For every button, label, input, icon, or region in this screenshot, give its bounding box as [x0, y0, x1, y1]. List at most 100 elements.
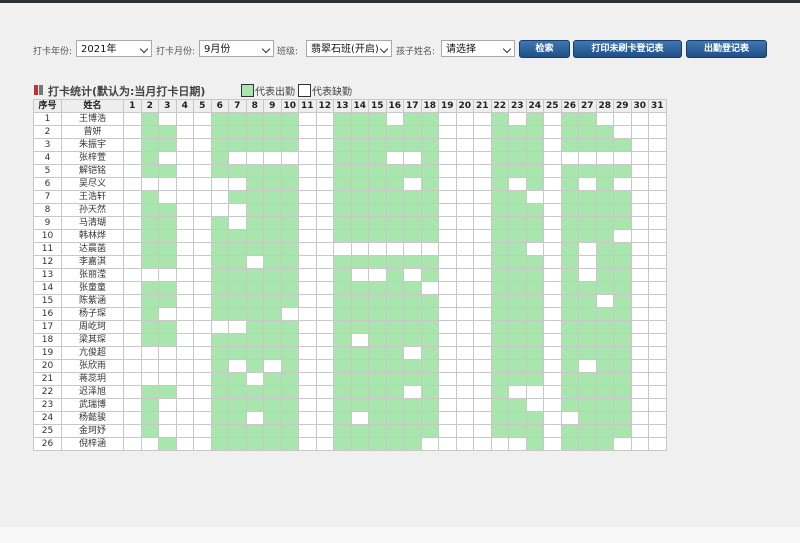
attendance-cell-absent	[648, 125, 667, 139]
attendance-cell-absent	[123, 242, 142, 256]
attendance-cell-present	[508, 190, 527, 204]
attendance-cell-present	[578, 372, 597, 386]
attendance-cell-present	[420, 164, 439, 178]
attendance-cell-present	[350, 164, 369, 178]
attendance-cell-absent	[315, 229, 334, 243]
row-index: 3	[33, 138, 62, 152]
attendance-cell-present	[525, 294, 544, 308]
attendance-cell-present	[333, 307, 352, 321]
attendance-cell-absent	[350, 268, 369, 282]
attendance-register-button[interactable]: 出勤登记表	[686, 40, 767, 58]
attendance-cell-absent	[543, 411, 562, 425]
attendance-cell-absent	[438, 164, 457, 178]
print-unswiped-button[interactable]: 打印未刷卡登记表	[573, 40, 682, 58]
attendance-cell-absent	[630, 424, 649, 438]
attendance-cell-present	[490, 320, 509, 334]
attendance-cell-absent	[263, 359, 282, 373]
row-index: 10	[33, 229, 62, 243]
attendance-cell-present	[333, 255, 352, 269]
row-index: 4	[33, 151, 62, 165]
attendance-cell-present	[578, 307, 597, 321]
attendance-cell-present	[245, 398, 264, 412]
student-name: 李嘉淇	[61, 255, 124, 269]
attendance-cell-absent	[123, 294, 142, 308]
attendance-cell-present	[368, 190, 387, 204]
attendance-cell-absent	[193, 372, 212, 386]
attendance-cell-present	[140, 385, 159, 399]
attendance-cell-absent	[193, 151, 212, 165]
attendance-cell-present	[490, 281, 509, 295]
table-row: 18 梁其琛	[33, 333, 667, 347]
attendance-cell-absent	[455, 424, 474, 438]
month-select-value: 9月份	[204, 44, 231, 55]
attendance-cell-absent	[140, 437, 159, 451]
attendance-cell-absent	[175, 242, 194, 256]
attendance-cell-present	[280, 385, 299, 399]
year-select[interactable]: 2021年	[76, 40, 152, 57]
child-name-select[interactable]: 请选择	[441, 40, 515, 57]
class-select-value: 翡翠石班(开启)	[311, 44, 379, 55]
attendance-cell-absent	[438, 151, 457, 165]
section-title: 打卡统计(默认为:当月打卡日期)	[48, 85, 206, 98]
attendance-cell-absent	[298, 346, 317, 360]
attendance-cell-absent	[543, 203, 562, 217]
attendance-cell-absent	[298, 203, 317, 217]
attendance-cell-present	[490, 255, 509, 269]
attendance-cell-absent	[298, 216, 317, 230]
attendance-cell-absent	[543, 216, 562, 230]
attendance-cell-absent	[315, 320, 334, 334]
attendance-cell-absent	[543, 125, 562, 139]
attendance-cell-absent	[403, 385, 422, 399]
section-marker-icon	[34, 85, 38, 95]
attendance-cell-absent	[140, 346, 159, 360]
attendance-cell-present	[368, 359, 387, 373]
attendance-cell-present	[245, 346, 264, 360]
attendance-cell-absent	[123, 424, 142, 438]
header-day: 7	[228, 99, 247, 113]
attendance-cell-present	[140, 164, 159, 178]
attendance-cell-absent	[490, 437, 509, 451]
attendance-cell-absent	[193, 307, 212, 321]
attendance-cell-present	[158, 164, 177, 178]
attendance-cell-absent	[438, 229, 457, 243]
attendance-cell-present	[578, 320, 597, 334]
attendance-cell-present	[560, 346, 579, 360]
legend-present-label: 代表出勤	[255, 87, 295, 98]
chevron-down-icon	[261, 44, 271, 54]
attendance-cell-present	[245, 177, 264, 191]
attendance-cell-present	[385, 125, 404, 139]
attendance-cell-present	[280, 112, 299, 126]
attendance-cell-present	[228, 424, 247, 438]
attendance-cell-present	[403, 203, 422, 217]
attendance-cell-absent	[123, 138, 142, 152]
attendance-cell-absent	[123, 281, 142, 295]
attendance-cell-present	[245, 242, 264, 256]
attendance-cell-present	[595, 385, 614, 399]
attendance-cell-absent	[420, 437, 439, 451]
attendance-cell-present	[280, 203, 299, 217]
attendance-cell-present	[560, 424, 579, 438]
attendance-cell-present	[263, 268, 282, 282]
attendance-cell-present	[490, 385, 509, 399]
attendance-cell-absent	[228, 203, 247, 217]
row-index: 20	[33, 359, 62, 373]
attendance-cell-present	[368, 177, 387, 191]
search-button[interactable]: 检索	[519, 40, 570, 58]
student-name: 梁其琛	[61, 333, 124, 347]
class-select[interactable]: 翡翠石班(开启)	[306, 40, 392, 57]
attendance-cell-present	[158, 281, 177, 295]
attendance-cell-present	[490, 333, 509, 347]
attendance-cell-absent	[315, 242, 334, 256]
attendance-cell-present	[403, 372, 422, 386]
attendance-cell-absent	[473, 268, 492, 282]
attendance-cell-absent	[438, 112, 457, 126]
attendance-cell-present	[350, 190, 369, 204]
attendance-cell-present	[263, 346, 282, 360]
attendance-cell-present	[385, 138, 404, 152]
month-select[interactable]: 9月份	[199, 40, 274, 57]
header-day: 16	[385, 99, 404, 113]
attendance-cell-present	[140, 216, 159, 230]
table-row: 21 蒋蕊玥	[33, 372, 667, 386]
attendance-cell-absent	[298, 164, 317, 178]
attendance-cell-absent	[315, 268, 334, 282]
